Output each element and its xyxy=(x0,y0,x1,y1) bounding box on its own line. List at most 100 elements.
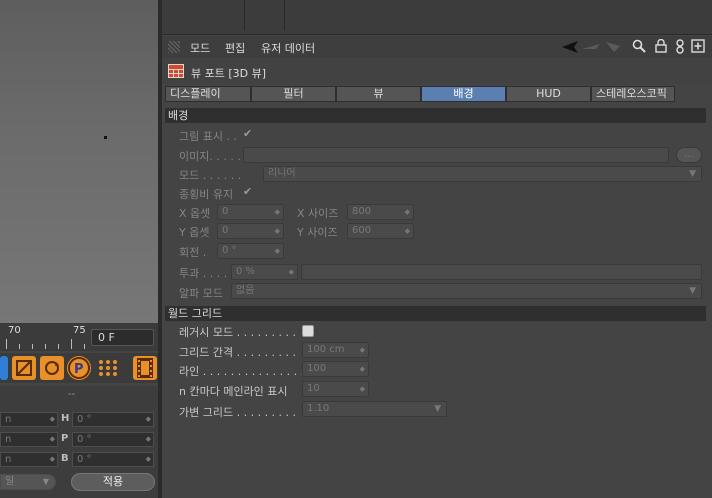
y-size-field[interactable]: 600 ◆ xyxy=(347,223,414,239)
lock-icon[interactable] xyxy=(655,39,667,53)
tab-view[interactable]: 뷰 xyxy=(336,86,421,102)
y-offset-value: 0 xyxy=(222,225,229,236)
lines-field[interactable]: 100 ◆ xyxy=(302,361,369,377)
y-size-value: 600 xyxy=(352,225,372,236)
coord-x-value: n xyxy=(5,414,12,425)
search-icon[interactable] xyxy=(632,39,646,53)
transparency-field[interactable]: 0 % ◆ xyxy=(231,264,298,280)
chevron-down-icon: ▼ xyxy=(689,286,696,296)
rotation-field[interactable]: 0 ° ◆ xyxy=(217,243,284,259)
coord-y-field[interactable]: n ◆ xyxy=(0,432,58,447)
dynamic-grid-dropdown[interactable]: 1.10 ▼ xyxy=(302,401,447,417)
timeline-tick xyxy=(32,344,33,349)
image-label: 이미지. . . . . xyxy=(179,150,241,163)
legacy-mode-checkbox[interactable] xyxy=(302,325,314,337)
x-size-field[interactable]: 800 ◆ xyxy=(347,204,414,220)
x-size-label: X 사이즈 xyxy=(297,207,339,220)
tab-filter[interactable]: 필터 xyxy=(251,86,336,102)
coord-x-field[interactable]: n ◆ xyxy=(0,412,58,427)
keep-aspect-checkmark[interactable]: ✔ xyxy=(243,185,252,198)
timeline-tick xyxy=(71,339,72,349)
playback-toolbar: P xyxy=(0,353,158,383)
stepper-arrows-icon[interactable]: ◆ xyxy=(360,343,365,357)
alpha-mode-dropdown[interactable]: 없음 ▼ xyxy=(231,283,702,299)
grid-spacing-value: 100 cm xyxy=(307,344,345,355)
transparency-label: 투과 . . . . xyxy=(179,267,228,280)
x-offset-field[interactable]: 0 ◆ xyxy=(217,204,284,220)
position-key-icon[interactable] xyxy=(12,356,36,380)
y-size-label: Y 사이즈 xyxy=(297,226,338,239)
viewport-icon xyxy=(168,64,184,78)
rotation-key-icon[interactable] xyxy=(40,356,64,380)
stepper-arrows-icon[interactable]: ◆ xyxy=(360,362,365,376)
current-frame-field[interactable]: 0 F xyxy=(91,329,154,346)
y-offset-label: Y 옵셋 xyxy=(179,226,210,239)
rotation-b-field[interactable]: 0 ° ◆ xyxy=(72,452,154,467)
timeline-tick-label: 70 xyxy=(8,325,21,336)
column-divider xyxy=(284,0,285,30)
stepper-arrows-icon[interactable]: ◆ xyxy=(275,224,280,238)
rotation-p-value: 0 ° xyxy=(77,434,92,445)
show-image-checkmark[interactable]: ✔ xyxy=(243,127,252,140)
menu-user-data[interactable]: 유저 데이터 xyxy=(261,40,315,56)
y-offset-field[interactable]: 0 ◆ xyxy=(217,223,284,239)
major-line-label: n 칸마다 메인라인 표시 xyxy=(179,385,288,398)
menu-mode[interactable]: 모드 xyxy=(190,40,210,56)
dynamic-grid-value: 1.10 xyxy=(307,403,330,414)
timeline-tick xyxy=(84,344,85,349)
coord-mode-dropdown[interactable]: 일 ▼ xyxy=(0,474,56,490)
column-divider xyxy=(244,0,245,30)
rotation-p-field[interactable]: 0 ° ◆ xyxy=(72,432,154,447)
object-manager-strip xyxy=(162,0,712,35)
link-icon[interactable] xyxy=(675,39,685,54)
key-icon[interactable] xyxy=(0,356,8,380)
tab-stereoscopic[interactable]: 스테레오스코픽 xyxy=(591,86,675,102)
x-offset-label: X 옵셋 xyxy=(179,207,211,220)
grip-icon[interactable] xyxy=(168,41,180,53)
image-path-field[interactable] xyxy=(243,147,669,163)
stepper-arrows-icon[interactable]: ◆ xyxy=(405,205,410,219)
parameter-key-icon[interactable]: P xyxy=(67,356,91,380)
chevron-down-icon: ▼ xyxy=(42,477,49,486)
stepper-arrows-icon[interactable]: ◆ xyxy=(289,265,294,279)
menu-edit[interactable]: 편집 xyxy=(225,40,245,56)
x-offset-value: 0 xyxy=(222,206,229,217)
tab-background[interactable]: 배경 xyxy=(421,86,506,102)
mode-label: 모드 . . . . . . xyxy=(179,169,242,182)
viewport-object-point xyxy=(104,136,107,139)
viewport-3d[interactable] xyxy=(0,0,158,323)
image-browse-button[interactable]: ... xyxy=(676,147,702,163)
point-level-icon[interactable] xyxy=(96,356,120,380)
panel-title: 뷰 포트 [3D 뷰] xyxy=(191,67,267,80)
coord-z-field[interactable]: n ◆ xyxy=(0,452,58,467)
coord-y-value: n xyxy=(5,434,12,445)
rotation-value: 0 ° xyxy=(222,245,237,256)
alpha-mode-value: 없음 xyxy=(236,285,255,296)
tab-display[interactable]: 디스플레이 xyxy=(165,86,251,102)
major-line-field[interactable]: 10 ◆ xyxy=(302,381,369,397)
dynamic-grid-label: 가변 그리드 . . . . . . . . . xyxy=(179,406,297,419)
new-panel-icon[interactable] xyxy=(691,39,705,53)
stepper-arrows-icon[interactable]: ◆ xyxy=(275,205,280,219)
grid-spacing-field[interactable]: 100 cm ◆ xyxy=(302,342,369,358)
legacy-mode-label: 레거시 모드 . . . . . . . . . xyxy=(179,326,297,339)
rotation-h-value: 0 ° xyxy=(77,414,92,425)
stepper-arrows-icon[interactable]: ◆ xyxy=(360,382,365,396)
timeline-tick xyxy=(19,344,20,349)
rotation-b-value: 0 ° xyxy=(77,454,92,465)
transparency-value: 0 % xyxy=(236,266,256,277)
mode-dropdown[interactable]: 리니어 ▼ xyxy=(263,166,702,182)
back-arrow-icon[interactable] xyxy=(562,40,622,54)
lines-label: 라인 . . . . . . . . . . . . . . . xyxy=(179,365,305,378)
lines-value: 100 xyxy=(307,363,327,374)
rotation-h-field[interactable]: 0 ° ◆ xyxy=(72,412,154,427)
stepper-arrows-icon[interactable]: ◆ xyxy=(405,224,410,238)
tab-hud[interactable]: HUD xyxy=(506,86,591,102)
apply-button[interactable]: 적용 xyxy=(71,473,155,491)
chevron-down-icon: ▼ xyxy=(689,169,696,179)
film-strip-icon[interactable] xyxy=(133,356,157,380)
transparency-slider[interactable] xyxy=(301,264,702,280)
stepper-arrows-icon[interactable]: ◆ xyxy=(275,244,280,258)
mode-value: 리니어 xyxy=(268,168,296,179)
coord-mode-value: 일 xyxy=(5,476,15,487)
